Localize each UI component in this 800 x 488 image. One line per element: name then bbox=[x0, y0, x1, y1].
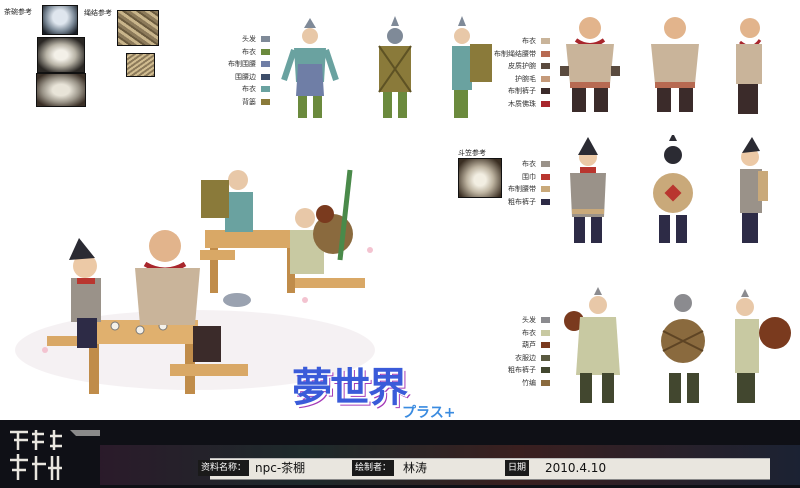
legend-item: 头发 bbox=[190, 33, 270, 46]
tea-server-turnaround-illustration bbox=[281, 16, 492, 118]
legend-item: 葫芦 bbox=[470, 339, 550, 352]
tea-bowl-reference-label: 茶碗参考 bbox=[4, 8, 32, 16]
legend-item: 布衣 bbox=[190, 83, 270, 96]
girl-turnaround-illustration bbox=[570, 135, 768, 243]
author-field-value: 林涛 bbox=[403, 461, 428, 475]
tea-bowl-photo-3 bbox=[36, 73, 86, 107]
tea-bowl-photo-1 bbox=[42, 5, 78, 35]
legend-item: 布衣 bbox=[470, 327, 550, 340]
old-man-turnaround-illustration bbox=[564, 287, 791, 403]
legend-item: 背篓 bbox=[190, 96, 270, 109]
studio-logo-icon bbox=[0, 420, 100, 488]
tea-bowl-photo-2 bbox=[37, 37, 85, 73]
game-logo-subtitle: プラス+ bbox=[402, 405, 456, 421]
date-field-value: 2010.4.10 bbox=[545, 461, 607, 475]
rope-photo-2 bbox=[126, 53, 155, 77]
rope-reference-label: 绳结参考 bbox=[84, 9, 112, 17]
name-field-value: npc-茶棚 bbox=[255, 461, 306, 475]
name-field-label: 资料名称： bbox=[198, 460, 250, 476]
legend-item: 布衣 bbox=[190, 46, 270, 59]
legend-item: 粗布裤子 bbox=[470, 364, 550, 377]
legend-item: 围巾 bbox=[480, 171, 550, 184]
color-legend-set4: 头发 布衣 葫芦 衣服边 粗布裤子 竹编 bbox=[470, 314, 550, 389]
legend-item: 布衣 bbox=[480, 158, 550, 171]
legend-item: 围腰边 bbox=[190, 71, 270, 84]
legend-item: 竹编 bbox=[470, 377, 550, 390]
legend-item: 布制围腰 bbox=[190, 58, 270, 71]
date-field-label: 日期 bbox=[505, 460, 530, 476]
legend-item: 衣服边 bbox=[470, 352, 550, 365]
color-legend-set3: 布衣 围巾 布制腰带 粗布裤子 bbox=[480, 158, 550, 208]
legend-item: 头发 bbox=[470, 314, 550, 327]
monk-turnaround-illustration bbox=[560, 17, 762, 114]
author-field-label: 绘制者： bbox=[352, 460, 395, 476]
hat-reference-label: 斗笠参考 bbox=[458, 149, 486, 157]
footer-bar: 资料名称： npc-茶棚 绘制者： 林涛 日期 2010.4.10 bbox=[0, 420, 800, 488]
legend-item: 粗布裤子 bbox=[480, 196, 550, 209]
color-legend-set1: 头发 布衣 布制围腰 围腰边 布衣 背篓 bbox=[190, 33, 270, 108]
rope-photo-1 bbox=[117, 10, 159, 46]
game-logo: 夢世界 bbox=[292, 365, 408, 411]
legend-item: 布制腰带 bbox=[480, 183, 550, 196]
